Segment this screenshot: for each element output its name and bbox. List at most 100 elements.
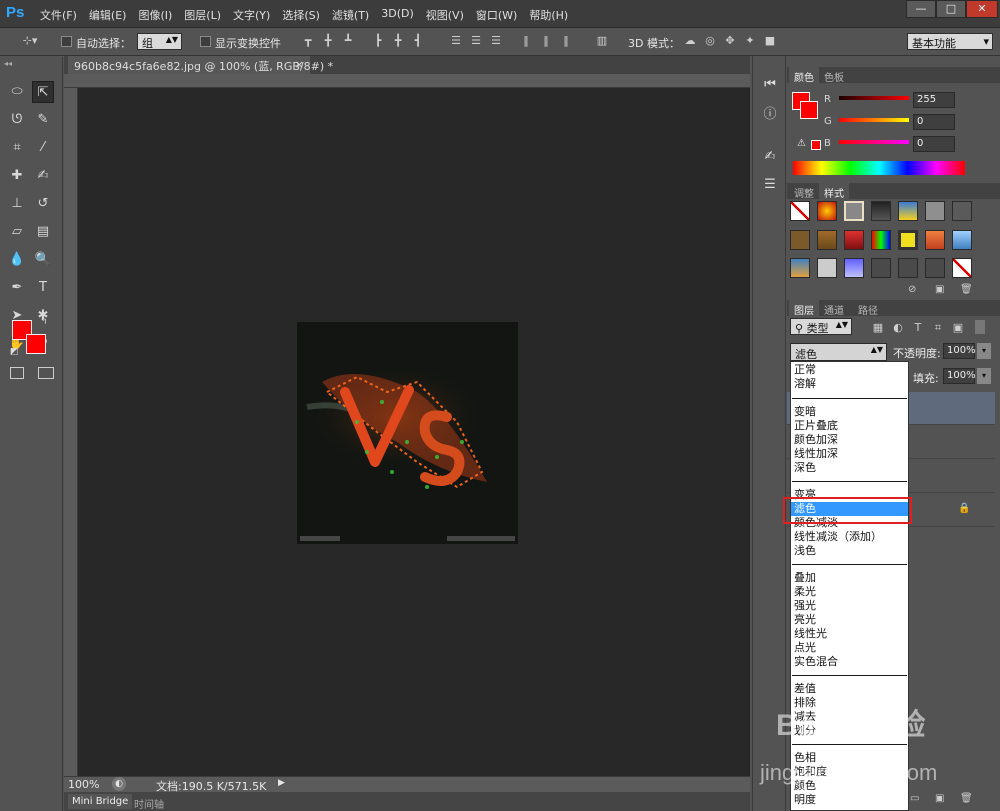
info-icon[interactable]: ◐ bbox=[112, 777, 126, 791]
opacity-value[interactable]: 100% bbox=[943, 343, 976, 359]
tab-adjustments[interactable]: 调整 bbox=[789, 183, 819, 200]
distribute-top-icon[interactable]: ☰ bbox=[450, 35, 462, 47]
distribute-left-icon[interactable]: ‖ bbox=[520, 35, 532, 47]
type-tool-icon[interactable]: T bbox=[32, 277, 54, 299]
default-colors-icon[interactable]: ◩ bbox=[10, 347, 19, 357]
tab-color[interactable]: 颜色 bbox=[789, 67, 819, 84]
blend-option-hard-light[interactable]: 强光 bbox=[791, 599, 908, 613]
3d-roll-icon[interactable]: ◎ bbox=[704, 35, 716, 47]
tab-paths[interactable]: 路径 bbox=[853, 300, 883, 317]
background-color-swatch[interactable] bbox=[26, 334, 46, 354]
brush-presets-icon[interactable]: ✍ bbox=[761, 148, 779, 166]
healing-brush-tool-icon[interactable]: ✚ bbox=[6, 165, 28, 187]
blend-option-color-burn[interactable]: 颜色加深 bbox=[791, 433, 908, 447]
blend-mode-dropdown[interactable]: 滤色 ▲▼ bbox=[790, 343, 887, 361]
dodge-tool-icon[interactable]: 🔍 bbox=[32, 249, 54, 271]
blend-option-overlay[interactable]: 叠加 bbox=[791, 571, 908, 585]
align-vcenter-icon[interactable]: ╋ bbox=[322, 35, 334, 47]
gamut-warning-icon[interactable]: ⚠ bbox=[797, 138, 806, 149]
auto-select-checkbox[interactable] bbox=[61, 36, 72, 47]
menu-image[interactable]: 图像(I) bbox=[138, 7, 172, 23]
eyedropper-tool-icon[interactable]: ⁄ bbox=[32, 137, 54, 159]
3d-scale-icon[interactable]: ■ bbox=[764, 35, 776, 47]
distribute-vcenter-icon[interactable]: ☰ bbox=[470, 35, 482, 47]
eraser-tool-icon[interactable]: ▱ bbox=[6, 221, 28, 243]
channel-r-value[interactable]: 255 bbox=[913, 92, 955, 108]
channel-g-value[interactable]: 0 bbox=[913, 114, 955, 130]
layer-filter-dropdown[interactable]: ⚲ 类型 ▲▼ bbox=[790, 318, 852, 335]
style-none-swatch[interactable] bbox=[790, 201, 810, 221]
menu-3d[interactable]: 3D(D) bbox=[381, 7, 414, 23]
style-swatch[interactable] bbox=[952, 201, 972, 221]
clear-style-icon[interactable]: ⊘ bbox=[908, 284, 916, 295]
auto-select-dropdown[interactable]: 组 ▲▼ bbox=[137, 33, 182, 50]
gamut-color-swatch[interactable] bbox=[811, 140, 821, 150]
color-spectrum-ramp[interactable] bbox=[793, 161, 965, 175]
style-swatch[interactable] bbox=[844, 201, 864, 221]
style-swatch[interactable] bbox=[790, 258, 810, 279]
distribute-bottom-icon[interactable]: ☰ bbox=[490, 35, 502, 47]
menu-file[interactable]: 文件(F) bbox=[40, 7, 77, 23]
blend-option-normal[interactable]: 正常 bbox=[791, 363, 908, 377]
tab-channels[interactable]: 通道 bbox=[819, 300, 849, 317]
move-tool-icon[interactable]: ⇱ bbox=[32, 81, 54, 103]
blend-option-linear-burn[interactable]: 线性加深 bbox=[791, 447, 908, 461]
style-swatch[interactable] bbox=[844, 258, 864, 279]
fill-arrow-icon[interactable]: ▾ bbox=[977, 368, 991, 384]
channel-r-slider[interactable] bbox=[839, 96, 909, 100]
style-swatch[interactable] bbox=[871, 229, 891, 250]
blend-option-lighter-color[interactable]: 浅色 bbox=[791, 544, 908, 558]
blend-option-multiply[interactable]: 正片叠底 bbox=[791, 419, 908, 433]
style-swatch[interactable] bbox=[952, 229, 972, 250]
show-transform-checkbox[interactable] bbox=[200, 36, 211, 47]
align-right-icon[interactable]: ┫ bbox=[412, 35, 424, 47]
menu-window[interactable]: 窗口(W) bbox=[476, 7, 517, 23]
filter-adjustment-icon[interactable]: ◐ bbox=[892, 322, 904, 334]
channel-b-slider[interactable] bbox=[839, 140, 909, 144]
menu-layer[interactable]: 图层(L) bbox=[184, 7, 221, 23]
swap-colors-icon[interactable]: ↰ bbox=[40, 317, 48, 327]
style-swatch[interactable] bbox=[925, 201, 945, 221]
style-swatch[interactable] bbox=[925, 258, 945, 279]
channel-b-value[interactable]: 0 bbox=[913, 136, 955, 152]
delete-style-icon[interactable]: 🗑 bbox=[960, 284, 973, 295]
style-swatch[interactable] bbox=[871, 258, 891, 279]
workspace-dropdown[interactable]: 基本功能 ▾ bbox=[907, 33, 993, 50]
zoom-level[interactable]: 100% bbox=[68, 778, 99, 791]
style-swatch[interactable] bbox=[817, 258, 837, 279]
menu-type[interactable]: 文字(Y) bbox=[233, 7, 270, 23]
tab-swatches[interactable]: 色板 bbox=[819, 67, 849, 84]
menu-select[interactable]: 选择(S) bbox=[282, 7, 320, 23]
status-menu-arrow-icon[interactable]: ▶ bbox=[278, 778, 285, 788]
blur-tool-icon[interactable]: 💧 bbox=[6, 249, 28, 271]
align-hcenter-icon[interactable]: ╋ bbox=[392, 35, 404, 47]
align-left-icon[interactable]: ┣ bbox=[372, 35, 384, 47]
filter-pixel-icon[interactable]: ▦ bbox=[872, 322, 884, 334]
menu-edit[interactable]: 编辑(E) bbox=[89, 7, 127, 23]
brush-tool-icon[interactable]: ✍ bbox=[32, 165, 54, 187]
gradient-tool-icon[interactable]: ▤ bbox=[32, 221, 54, 243]
distribute-right-icon[interactable]: ‖ bbox=[560, 35, 572, 47]
blend-option-linear-light[interactable]: 线性光 bbox=[791, 627, 908, 641]
blend-option-vivid-light[interactable]: 亮光 bbox=[791, 613, 908, 627]
screen-mode-icon[interactable] bbox=[38, 367, 54, 379]
document-image[interactable]: VS bbox=[297, 322, 518, 544]
marquee-tool-icon[interactable]: ⬭ bbox=[6, 81, 28, 103]
clone-stamp-tool-icon[interactable]: ⊥ bbox=[6, 193, 28, 215]
blend-option-darker-color[interactable]: 深色 bbox=[791, 461, 908, 475]
distribute-hcenter-icon[interactable]: ‖ bbox=[540, 35, 552, 47]
brush-settings-icon[interactable]: ☰ bbox=[761, 176, 779, 194]
3d-rotate-icon[interactable]: ☁ bbox=[684, 35, 696, 47]
move-tool-preset-icon[interactable]: ⊹▾ bbox=[20, 35, 40, 47]
blend-option-linear-dodge[interactable]: 线性减淡（添加） bbox=[791, 530, 908, 544]
pen-tool-icon[interactable]: ✒ bbox=[6, 277, 28, 299]
style-swatch[interactable] bbox=[898, 258, 918, 279]
auto-align-icon[interactable]: ▥ bbox=[596, 35, 608, 47]
lasso-tool-icon[interactable]: ᘎ bbox=[6, 109, 28, 131]
channel-g-slider[interactable] bbox=[839, 118, 909, 122]
style-swatch[interactable] bbox=[844, 229, 864, 250]
tab-layers[interactable]: 图层 bbox=[789, 300, 819, 317]
menu-filter[interactable]: 滤镜(T) bbox=[332, 7, 369, 23]
document-tab[interactable]: 960b8c94c5fa6e82.jpg @ 100% (蓝, RGB/8#) … bbox=[68, 56, 333, 74]
filter-shape-icon[interactable]: ⌗ bbox=[932, 322, 944, 334]
